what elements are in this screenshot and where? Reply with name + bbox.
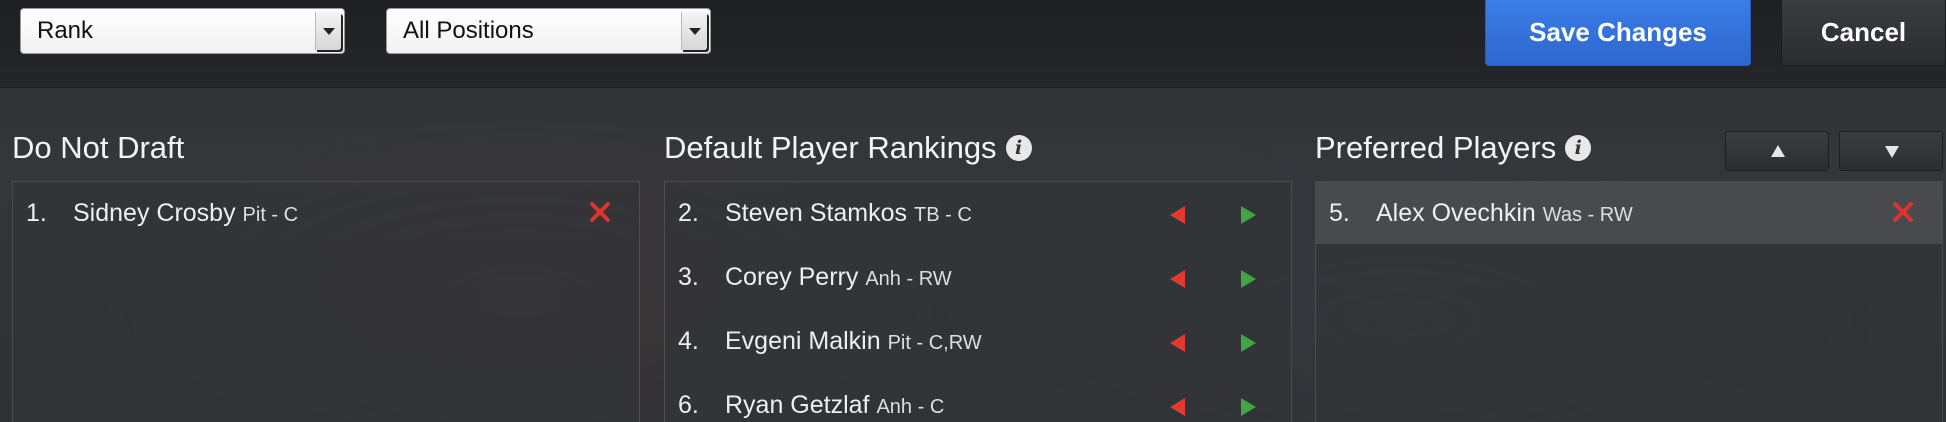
player-rank: 3.	[678, 262, 699, 291]
arrow-right-icon[interactable]	[1238, 268, 1258, 288]
player-label: Ryan Getzlaf Anh - C	[725, 391, 944, 420]
preferred-players-title: Preferred Players i	[1315, 130, 1592, 166]
player-label: Alex Ovechkin Was - RW	[1376, 199, 1633, 228]
info-icon[interactable]: i	[1565, 135, 1592, 161]
player-name: Alex Ovechkin	[1376, 198, 1536, 227]
player-team-position: Was - RW	[1542, 203, 1633, 226]
list-item[interactable]: 1. Sidney Crosby Pit - C	[13, 182, 639, 244]
list-item[interactable]: 4. Evgeni Malkin Pit - C,RW	[665, 310, 1291, 372]
arrow-right-icon[interactable]	[1238, 396, 1258, 416]
player-label: Steven Stamkos TB - C	[725, 199, 972, 228]
player-rank: 6.	[678, 390, 699, 419]
player-label: Corey Perry Anh - RW	[725, 263, 952, 292]
player-name: Steven Stamkos	[725, 198, 908, 227]
player-team-position: Pit - C	[242, 203, 299, 226]
move-down-button[interactable]	[1839, 131, 1943, 171]
cancel-button[interactable]: Cancel	[1781, 0, 1946, 66]
player-name: Corey Perry	[725, 262, 859, 291]
toolbar: Rank All Positions Save Changes Cancel	[0, 0, 1946, 88]
player-team-position: Anh - C	[876, 395, 945, 418]
player-name: Sidney Crosby	[73, 198, 236, 227]
position-select[interactable]: All Positions	[386, 8, 711, 54]
player-team-position: TB - C	[913, 203, 972, 226]
arrow-left-icon[interactable]	[1168, 332, 1188, 352]
do-not-draft-list: 1. Sidney Crosby Pit - C	[12, 181, 640, 422]
close-icon[interactable]	[1890, 199, 1916, 225]
default-rankings-title: Default Player Rankings i	[664, 130, 1032, 166]
arrow-left-icon[interactable]	[1168, 396, 1188, 416]
player-name: Evgeni Malkin	[725, 326, 881, 355]
chevron-down-icon[interactable]	[681, 12, 707, 50]
arrow-left-icon[interactable]	[1168, 268, 1188, 288]
list-item[interactable]: 2. Steven Stamkos TB - C	[665, 182, 1291, 244]
list-item[interactable]: 5. Alex Ovechkin Was - RW	[1316, 182, 1942, 244]
player-label: Sidney Crosby Pit - C	[73, 199, 298, 228]
preferred-players-list: 5. Alex Ovechkin Was - RW	[1315, 181, 1943, 422]
player-rank: 2.	[678, 198, 699, 227]
preferred-players-title-text: Preferred Players	[1315, 130, 1557, 165]
save-changes-button[interactable]: Save Changes	[1485, 0, 1751, 66]
position-select-value: All Positions	[403, 17, 534, 44]
list-item[interactable]: 6. Ryan Getzlaf Anh - C	[665, 374, 1291, 422]
player-team-position: Anh - RW	[865, 267, 952, 290]
do-not-draft-title-text: Do Not Draft	[12, 130, 185, 165]
chevron-down-icon[interactable]	[315, 12, 341, 50]
arrow-left-icon[interactable]	[1168, 204, 1188, 224]
info-icon[interactable]: i	[1005, 135, 1032, 161]
player-rank: 1.	[26, 198, 47, 227]
do-not-draft-title: Do Not Draft	[12, 130, 184, 166]
move-up-button[interactable]	[1725, 131, 1829, 171]
default-rankings-list: 2. Steven Stamkos TB - C 3. Corey Perry …	[664, 181, 1292, 422]
player-rank: 4.	[678, 326, 699, 355]
sort-select[interactable]: Rank	[20, 8, 345, 54]
close-icon[interactable]	[587, 199, 613, 225]
sort-select-value: Rank	[37, 17, 94, 44]
player-rank: 5.	[1329, 198, 1350, 227]
player-label: Evgeni Malkin Pit - C,RW	[725, 327, 982, 356]
player-team-position: Pit - C,RW	[887, 331, 982, 354]
default-rankings-title-text: Default Player Rankings	[664, 130, 997, 165]
player-name: Ryan Getzlaf	[725, 390, 870, 419]
list-item[interactable]: 3. Corey Perry Anh - RW	[665, 246, 1291, 308]
arrow-right-icon[interactable]	[1238, 332, 1258, 352]
arrow-right-icon[interactable]	[1238, 204, 1258, 224]
